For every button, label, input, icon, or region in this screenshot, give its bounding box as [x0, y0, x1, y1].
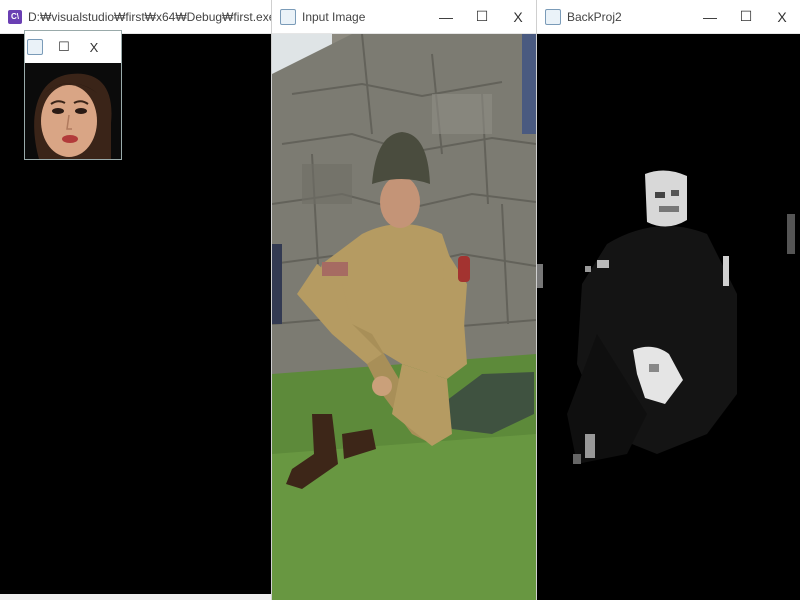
- console-titlebar[interactable]: C\ D:₩visualstudio₩first₩x64₩Debug₩first…: [0, 0, 271, 34]
- input-image-title: Input Image: [302, 9, 366, 24]
- maximize-button[interactable]: ☐: [49, 31, 79, 63]
- input-image-window: Input Image — ☐ X: [271, 0, 536, 600]
- console-title: D:₩visualstudio₩first₩x64₩Debug₩first.ex…: [28, 9, 271, 24]
- backprojection-image: [537, 34, 800, 600]
- input-image-titlebar[interactable]: Input Image — ☐ X: [272, 0, 536, 34]
- face-window-titlebar[interactable]: ☐ X: [25, 31, 121, 63]
- minimize-button[interactable]: —: [428, 0, 464, 33]
- image-window-icon: [280, 8, 296, 25]
- maximize-button[interactable]: ☐: [728, 0, 764, 33]
- maximize-button[interactable]: ☐: [464, 0, 500, 33]
- close-button[interactable]: X: [764, 0, 800, 33]
- face-window: ☐ X: [24, 30, 122, 160]
- face-image: [25, 63, 121, 159]
- input-image: [272, 34, 536, 600]
- taskbar-strip: [0, 594, 271, 600]
- image-window-icon: [545, 8, 561, 25]
- minimize-button[interactable]: —: [692, 0, 728, 33]
- backproj-window: BackProj2 — ☐ X: [536, 0, 800, 600]
- image-window-icon: [27, 39, 43, 55]
- backproj-titlebar[interactable]: BackProj2 — ☐ X: [537, 0, 800, 34]
- backproj-title: BackProj2: [567, 9, 622, 24]
- console-app-icon: C\: [8, 9, 22, 24]
- close-button[interactable]: X: [500, 0, 536, 33]
- close-button[interactable]: X: [79, 31, 109, 63]
